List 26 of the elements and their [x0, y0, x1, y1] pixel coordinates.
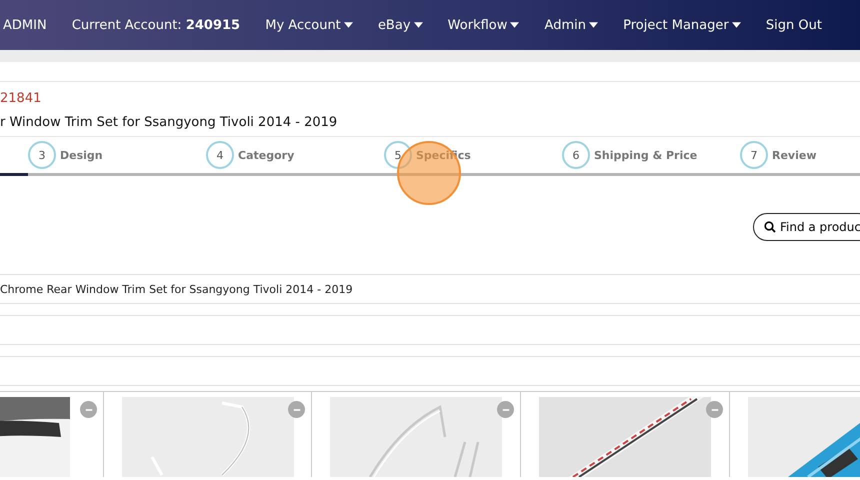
- caret-icon: [414, 22, 423, 28]
- nav-menu[interactable]: My Account: [265, 18, 353, 32]
- step-tab[interactable]: 4 Category: [206, 141, 384, 169]
- caret-icon: [344, 22, 353, 28]
- caret-icon: [510, 22, 520, 28]
- nav-menu[interactable]: Admin: [544, 18, 598, 32]
- remove-image-button[interactable]: [497, 401, 514, 418]
- remove-image-button[interactable]: [80, 401, 97, 418]
- step-tab[interactable]: 3 Design: [28, 141, 206, 169]
- caret-icon: [588, 22, 598, 28]
- listing-title: r Window Trim Set for Ssangyong Tivoli 2014 - 2019: [0, 115, 338, 130]
- nav-menu[interactable]: eBay: [378, 18, 423, 32]
- nav-label: ADMIN: [3, 18, 47, 32]
- nav-menu[interactable]: Workflow: [448, 18, 520, 32]
- find-product-button[interactable]: Find a produc: [752, 213, 860, 241]
- sign-out-link[interactable]: Sign Out: [766, 18, 822, 32]
- remove-image-button[interactable]: [288, 401, 305, 418]
- remove-image-button[interactable]: [706, 401, 723, 418]
- step-tab[interactable]: 7 Review: [740, 141, 860, 169]
- search-icon: [764, 221, 776, 233]
- listing-id: 21841: [0, 91, 42, 108]
- caret-icon: [732, 22, 741, 28]
- product-title-text: Chrome Rear Window Trim Set for Ssangyong Tivoli 2014 - 2019: [0, 282, 353, 296]
- step-tab[interactable]: 6 Shipping & Price: [562, 141, 740, 169]
- nav-label: Current Account: 240915: [72, 18, 240, 32]
- nav-menu[interactable]: Project Manager: [623, 18, 741, 32]
